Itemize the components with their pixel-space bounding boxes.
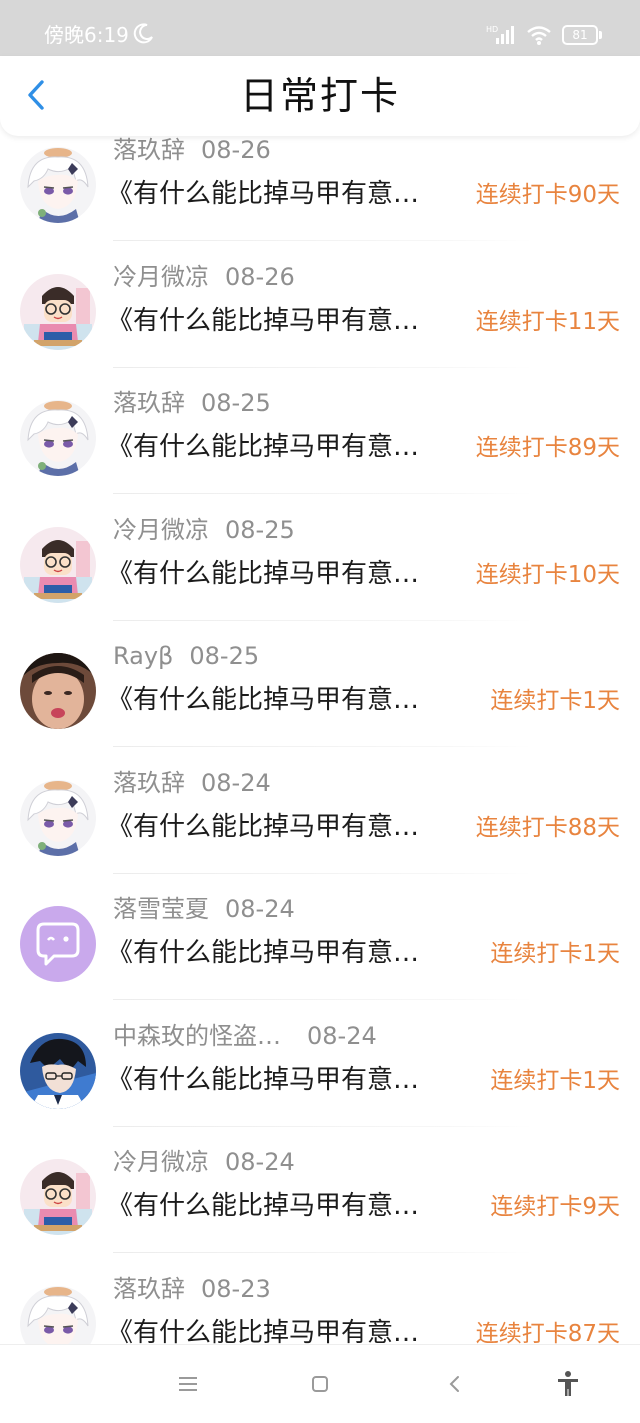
checkin-item[interactable]: 冷月微凉 08-24 《有什么能比掉马甲有意… 连续打卡9天: [0, 1144, 640, 1270]
battery-level: 81: [572, 28, 588, 42]
post-date: 08-24: [225, 1148, 295, 1176]
streak-label: 连续打卡1天: [490, 1068, 620, 1094]
status-time: 傍晚6:19: [44, 23, 129, 47]
streak-label: 连续打卡89天: [475, 435, 620, 461]
avatar[interactable]: [20, 147, 96, 223]
item-meta: 冷月微凉 08-24: [113, 1146, 295, 1178]
streak-label: 连续打卡88天: [475, 815, 620, 841]
streak-label: 连续打卡1天: [490, 941, 620, 967]
post-date: 08-25: [189, 642, 260, 670]
post-title[interactable]: 《有什么能比掉马甲有意…: [107, 1062, 419, 1098]
post-date: 08-24: [225, 895, 295, 923]
streak-label: 连续打卡1天: [490, 688, 620, 714]
divider: [113, 493, 533, 494]
item-meta: 中森玫的怪盗… 08-24: [113, 1020, 377, 1052]
checkin-item[interactable]: 落玖辞 08-25 《有什么能比掉马甲有意… 连续打卡89天: [0, 385, 640, 511]
user-name[interactable]: 冷月微凉: [113, 516, 209, 544]
streak-label: 连续打卡90天: [475, 182, 620, 208]
user-name[interactable]: 中森玫的怪盗…: [113, 1022, 281, 1050]
user-name[interactable]: 冷月微凉: [113, 263, 209, 291]
checkin-item[interactable]: 冷月微凉 08-25 《有什么能比掉马甲有意… 连续打卡10天: [0, 512, 640, 638]
user-name[interactable]: Rayβ: [113, 642, 173, 670]
divider: [113, 999, 533, 1000]
post-title[interactable]: 《有什么能比掉马甲有意…: [107, 556, 419, 592]
avatar[interactable]: [20, 653, 96, 729]
avatar[interactable]: [20, 906, 96, 982]
post-title[interactable]: 《有什么能比掉马甲有意…: [107, 1315, 419, 1344]
streak-label: 连续打卡11天: [475, 309, 620, 335]
checkin-item[interactable]: 冷月微凉 08-26 《有什么能比掉马甲有意… 连续打卡11天: [0, 259, 640, 385]
divider: [113, 1126, 533, 1127]
post-title[interactable]: 《有什么能比掉马甲有意…: [107, 682, 419, 718]
user-name[interactable]: 落玖辞: [113, 136, 185, 164]
divider: [113, 873, 533, 874]
wifi-icon: [527, 26, 551, 45]
item-meta: 落玖辞 08-23: [113, 1273, 271, 1305]
avatar[interactable]: [20, 1033, 96, 1109]
status-icons: HD 81: [486, 22, 602, 48]
checkin-item[interactable]: 落玖辞 08-23 《有什么能比掉马甲有意… 连续打卡87天: [0, 1271, 640, 1344]
divider: [113, 746, 533, 747]
signal-icon: HD: [486, 25, 514, 44]
avatar[interactable]: [20, 1286, 96, 1344]
divider: [113, 620, 533, 621]
avatar[interactable]: [20, 274, 96, 350]
item-meta: 冷月微凉 08-25: [113, 514, 295, 546]
app-header: 日常打卡: [0, 56, 640, 136]
user-name[interactable]: 落玖辞: [113, 1275, 185, 1303]
divider: [113, 240, 533, 241]
accessibility-icon[interactable]: [553, 1369, 583, 1399]
user-name[interactable]: 冷月微凉: [113, 1148, 209, 1176]
post-date: 08-25: [225, 516, 295, 544]
user-name[interactable]: 落玖辞: [113, 389, 185, 417]
item-meta: 落雪莹夏 08-24: [113, 893, 295, 925]
item-meta: 落玖辞 08-24: [113, 767, 271, 799]
checkin-item[interactable]: 中森玫的怪盗… 08-24 《有什么能比掉马甲有意… 连续打卡1天: [0, 1018, 640, 1144]
checkin-item[interactable]: Rayβ 08-25 《有什么能比掉马甲有意… 连续打卡1天: [0, 638, 640, 764]
post-title[interactable]: 《有什么能比掉马甲有意…: [107, 935, 419, 971]
hd-label: HD: [486, 25, 498, 34]
item-meta: 落玖辞 08-26: [113, 136, 271, 166]
status-bar: 傍晚6:19 HD 81: [0, 0, 640, 58]
item-meta: 落玖辞 08-25: [113, 387, 271, 419]
avatar[interactable]: [20, 1159, 96, 1235]
post-title[interactable]: 《有什么能比掉马甲有意…: [107, 176, 419, 212]
post-date: 08-24: [201, 769, 271, 797]
avatar[interactable]: [20, 527, 96, 603]
user-name[interactable]: 落雪莹夏: [113, 895, 209, 923]
avatar[interactable]: [20, 400, 96, 476]
post-date: 08-26: [225, 263, 295, 291]
menu-icon[interactable]: [173, 1369, 203, 1399]
post-title[interactable]: 《有什么能比掉马甲有意…: [107, 1188, 419, 1224]
divider: [113, 1252, 533, 1253]
avatar[interactable]: [20, 780, 96, 856]
battery-icon: 81: [562, 25, 602, 45]
item-meta: Rayβ 08-25: [113, 640, 259, 672]
home-icon[interactable]: [305, 1369, 335, 1399]
checkin-item[interactable]: 落雪莹夏 08-24 《有什么能比掉马甲有意… 连续打卡1天: [0, 891, 640, 1017]
streak-label: 连续打卡10天: [475, 562, 620, 588]
divider: [113, 367, 533, 368]
item-meta: 冷月微凉 08-26: [113, 261, 295, 293]
post-date: 08-23: [201, 1275, 271, 1303]
system-nav-bar: [0, 1344, 640, 1423]
streak-label: 连续打卡87天: [475, 1321, 620, 1344]
checkin-item[interactable]: 落玖辞 08-26 《有什么能比掉马甲有意… 连续打卡90天: [0, 136, 640, 258]
post-date: 08-25: [201, 389, 271, 417]
moon-icon: [133, 23, 153, 44]
checkin-item[interactable]: 落玖辞 08-24 《有什么能比掉马甲有意… 连续打卡88天: [0, 765, 640, 891]
back-nav-icon[interactable]: [440, 1369, 470, 1399]
post-date: 08-24: [307, 1022, 377, 1050]
page-title: 日常打卡: [239, 74, 400, 118]
post-title[interactable]: 《有什么能比掉马甲有意…: [107, 429, 419, 465]
post-title[interactable]: 《有什么能比掉马甲有意…: [107, 809, 419, 845]
post-title[interactable]: 《有什么能比掉马甲有意…: [107, 303, 419, 339]
user-name[interactable]: 落玖辞: [113, 769, 185, 797]
streak-label: 连续打卡9天: [490, 1194, 620, 1220]
checkin-list[interactable]: 落玖辞 08-26 《有什么能比掉马甲有意… 连续打卡90天冷月微凉 08-26 《有什么…: [0, 136, 640, 1344]
post-date: 08-26: [201, 136, 271, 164]
